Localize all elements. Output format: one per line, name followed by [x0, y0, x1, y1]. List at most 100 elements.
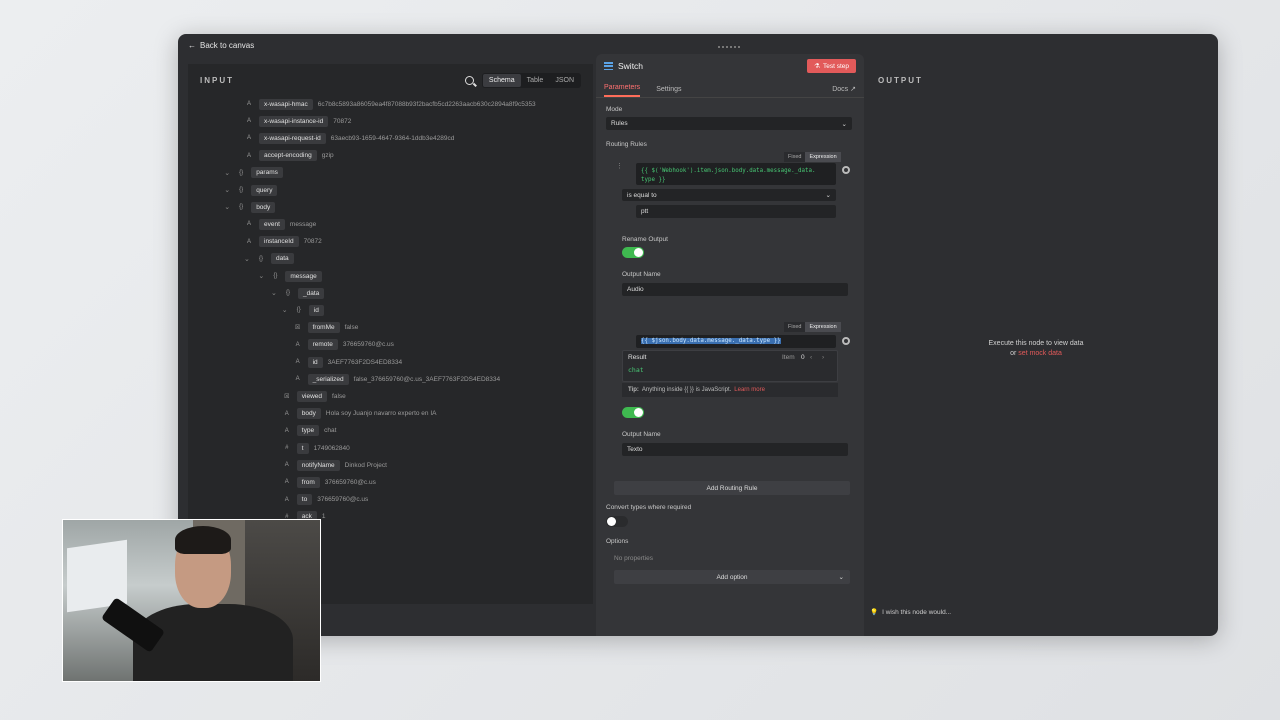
search-icon[interactable] [464, 75, 474, 85]
field-key[interactable]: message [285, 270, 322, 282]
schema-row[interactable]: Ax-wasapi-instance-id 70872 [244, 114, 351, 128]
field-key[interactable]: to [296, 494, 313, 506]
chevron-down-icon[interactable]: ⌄ [224, 169, 231, 177]
schema-row[interactable]: ⌄ {} message [258, 269, 326, 283]
result-value: chat [628, 366, 644, 374]
rename-output-toggle-1[interactable] [622, 247, 644, 258]
fixed-expression-toggle[interactable]: Fixed Expression [784, 152, 841, 162]
schema-row[interactable]: Ax-wasapi-hmac 6c7b8c5893a86059ea4f87088b… [244, 97, 536, 111]
chevron-down-icon[interactable]: ⌄ [258, 272, 265, 280]
field-type-icon: A [284, 479, 289, 486]
schema-row[interactable]: ⌄ {} body [224, 200, 280, 214]
field-key[interactable]: x-wasapi-hmac [259, 98, 313, 110]
output-name-input-2[interactable]: Texto [622, 443, 848, 456]
output-panel-title: OUTPUT [878, 75, 923, 85]
tab-table[interactable]: Table [521, 74, 550, 87]
schema-row[interactable]: AinstanceId 70872 [244, 235, 322, 249]
field-key[interactable]: x-wasapi-request-id [259, 132, 326, 144]
field-key[interactable]: params [251, 167, 283, 179]
field-key[interactable]: from [296, 476, 320, 488]
drag-handle-icon[interactable] [718, 46, 740, 50]
field-key[interactable]: _data [298, 287, 325, 299]
field-key[interactable]: body [296, 408, 321, 420]
tab-settings[interactable]: Settings [656, 86, 681, 97]
schema-row[interactable]: # t 1749062840 [282, 441, 350, 455]
chevron-down-icon[interactable]: ⌄ [271, 289, 278, 297]
fixed-expression-toggle-2[interactable]: Fixed Expression [784, 322, 841, 332]
schema-row[interactable]: Atype chat [282, 424, 336, 438]
rename-output-toggle-2[interactable] [622, 407, 644, 418]
field-key[interactable]: notifyName [296, 459, 340, 471]
gear-icon[interactable] [842, 337, 850, 345]
field-key[interactable]: id [308, 304, 324, 316]
schema-row[interactable]: Aevent message [244, 217, 316, 231]
rule1-right-value-input[interactable]: ptt [636, 205, 836, 218]
field-type-icon: A [284, 410, 289, 417]
field-key[interactable]: data [271, 253, 294, 265]
field-value: 376659760@c.us [324, 478, 376, 486]
field-key[interactable]: type [296, 425, 320, 437]
field-type-icon: # [285, 445, 289, 451]
chevron-down-icon[interactable]: ⌄ [244, 255, 251, 263]
schema-row[interactable]: Abody Hola soy Juanjo navarro experto en … [282, 407, 436, 421]
schema-row[interactable]: ☒ viewed false [282, 389, 346, 403]
schema-row[interactable]: Ato 376659760@c.us [282, 493, 368, 507]
schema-row[interactable]: Aaccept-encoding gzip [244, 149, 334, 163]
field-value: 63aecb93-1659-4647-9364-1ddb3e4289cd [330, 134, 455, 142]
chevron-right-icon[interactable]: › [822, 354, 824, 361]
convert-types-toggle[interactable] [606, 516, 628, 527]
field-key[interactable]: viewed [296, 390, 328, 402]
tab-parameters[interactable]: Parameters [604, 84, 641, 97]
item-index[interactable]: 0 [801, 354, 805, 361]
set-mock-data-link[interactable]: set mock data [1018, 350, 1062, 357]
schema-row[interactable]: ⌄ {} data [244, 252, 299, 266]
schema-row[interactable]: ⌄ {} params [224, 166, 288, 180]
field-key[interactable]: query [251, 184, 278, 196]
learn-more-link[interactable]: Learn more [734, 387, 765, 393]
test-step-button[interactable]: ⚗ Test step [807, 59, 856, 73]
tab-json[interactable]: JSON [549, 74, 580, 87]
field-key[interactable]: remote [307, 339, 338, 351]
field-key[interactable]: x-wasapi-instance-id [259, 115, 329, 127]
add-option-button[interactable]: Add option ⌄ [614, 570, 850, 584]
schema-row[interactable]: Afrom 376659760@c.us [282, 475, 376, 489]
fixed-option[interactable]: Fixed [784, 322, 806, 332]
schema-row[interactable]: ⌄ {} _data [271, 286, 329, 300]
field-key[interactable]: event [259, 218, 285, 230]
expression-option[interactable]: Expression [805, 322, 841, 332]
mode-select[interactable]: Rules ⌄ [606, 117, 852, 130]
feedback-link[interactable]: 💡 I wish this node would... [870, 608, 951, 617]
docs-link[interactable]: Docs ↗ [832, 85, 856, 93]
chevron-down-icon[interactable]: ⌄ [282, 306, 289, 314]
rule1-operator-select[interactable]: is equal to ⌄ [622, 189, 836, 201]
expression-option[interactable]: Expression [805, 152, 841, 162]
gear-icon[interactable] [842, 166, 850, 174]
output-name-input-1[interactable]: Audio [622, 283, 848, 296]
add-routing-rule-button[interactable]: Add Routing Rule [614, 481, 850, 495]
chevron-down-icon[interactable]: ⌄ [224, 203, 231, 211]
rule2-left-value-input[interactable]: {{ $json.body.data.message._data.type }} [636, 335, 836, 348]
field-key[interactable]: t [296, 442, 309, 454]
field-key[interactable]: accept-encoding [259, 150, 317, 162]
rule1-left-value-input[interactable]: {{ $('Webhook').item.json.body.data.mess… [636, 163, 836, 185]
schema-row[interactable]: Ax-wasapi-request-id 63aecb93-1659-4647-9… [244, 131, 454, 145]
schema-row[interactable]: AnotifyName Dinkod Project [282, 458, 387, 472]
chevron-down-icon[interactable]: ⌄ [224, 186, 231, 194]
schema-row[interactable]: Aid 3AEF7763F2DS4ED8334 [293, 355, 402, 369]
schema-row[interactable]: Aremote 376659760@c.us [293, 338, 394, 352]
field-key[interactable]: body [251, 201, 276, 213]
field-type-icon: A [246, 221, 251, 228]
schema-row[interactable]: A _serialized false_376659760@c.us_3AEF776… [293, 372, 500, 386]
field-key[interactable]: _serialized [307, 373, 349, 385]
drag-rule-icon[interactable]: ⋮ [616, 162, 623, 170]
back-to-canvas-button[interactable]: ← Back to canvas [188, 41, 254, 50]
field-key[interactable]: instanceId [259, 236, 299, 248]
field-key[interactable]: id [307, 356, 323, 368]
field-key[interactable]: fromMe [307, 322, 340, 334]
schema-row[interactable]: ⌄ {} id [282, 303, 329, 317]
schema-row[interactable]: ☒ fromMe false [293, 321, 358, 335]
chevron-left-icon[interactable]: ‹ [810, 354, 812, 361]
fixed-option[interactable]: Fixed [784, 152, 806, 162]
schema-row[interactable]: ⌄ {} query [224, 183, 282, 197]
tab-schema[interactable]: Schema [482, 73, 521, 87]
